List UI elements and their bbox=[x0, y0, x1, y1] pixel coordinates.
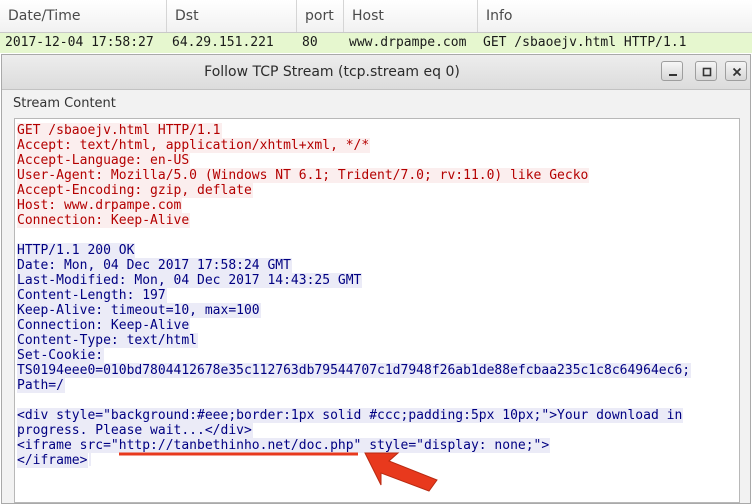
request-text: Host: www.drpampe.com bbox=[17, 198, 183, 213]
stream-line: Content-Length: 197 bbox=[17, 288, 691, 303]
stream-line: User-Agent: Mozilla/5.0 (Windows NT 6.1;… bbox=[17, 168, 691, 183]
response-text: Content-Length: 197 bbox=[17, 288, 167, 303]
stream-line: </iframe> bbox=[17, 453, 691, 468]
response-text: </iframe> bbox=[17, 453, 89, 468]
stream-line: progress. Please wait...</div> bbox=[17, 423, 691, 438]
stream-line: Connection: Keep-Alive bbox=[17, 213, 691, 228]
response-text: HTTP/1.1 200 OK bbox=[17, 243, 136, 258]
maximize-icon bbox=[702, 67, 712, 77]
request-text: User-Agent: Mozilla/5.0 (Windows NT 6.1;… bbox=[17, 168, 590, 183]
column-header-info[interactable]: Info bbox=[478, 0, 752, 32]
stream-lines: GET /sbaoejv.html HTTP/1.1 Accept: text/h… bbox=[17, 123, 692, 468]
response-text: <div style="background:#eee;border:1px s… bbox=[17, 408, 684, 423]
packet-datetime: 2017-12-04 17:58:27 bbox=[5, 35, 154, 50]
stream-line: Accept: text/html, application/xhtml+xml… bbox=[17, 138, 691, 153]
request-text: Accept: text/html, application/xhtml+xml… bbox=[17, 138, 371, 153]
stream-line: GET /sbaoejv.html HTTP/1.1 bbox=[17, 123, 691, 138]
response-text: progress. Please wait...</div> bbox=[17, 423, 253, 438]
response-text: Set-Cookie: bbox=[17, 348, 105, 363]
column-header-datetime[interactable]: Date/Time bbox=[0, 0, 167, 32]
response-text: Last-Modified: Mon, 04 Dec 2017 14:43:25… bbox=[17, 273, 363, 288]
column-header-dst[interactable]: Dst bbox=[167, 0, 297, 32]
packet-list-header: Date/Time Dst port Host Info bbox=[0, 0, 752, 33]
dialog-title: Follow TCP Stream (tcp.stream eq 0) bbox=[204, 64, 460, 80]
stream-line: Last-Modified: Mon, 04 Dec 2017 14:43:25… bbox=[17, 273, 691, 288]
stream-line: Content-Type: text/html bbox=[17, 333, 691, 348]
stream-line: Accept-Language: en-US bbox=[17, 153, 691, 168]
stream-line: Accept-Encoding: gzip, deflate bbox=[17, 183, 691, 198]
minimize-button[interactable] bbox=[661, 61, 683, 81]
text-cursor bbox=[89, 453, 92, 466]
stream-line bbox=[17, 228, 691, 243]
column-header-port[interactable]: port bbox=[297, 0, 344, 32]
response-text: Keep-Alive: timeout=10, max=100 bbox=[17, 303, 261, 318]
request-text: GET /sbaoejv.html HTTP/1.1 bbox=[17, 123, 222, 138]
stream-line: TS0194eee0=010bd7804412678e35c112763db79… bbox=[17, 363, 692, 378]
stream-line: Keep-Alive: timeout=10, max=100 bbox=[17, 303, 691, 318]
response-text: Content-Type: text/html bbox=[17, 333, 199, 348]
stream-content-textarea[interactable]: GET /sbaoejv.html HTTP/1.1 Accept: text/h… bbox=[14, 118, 740, 503]
close-icon bbox=[732, 67, 742, 77]
packet-dst: 64.29.151.221 bbox=[172, 35, 274, 50]
packet-host: www.drpampe.com bbox=[349, 35, 467, 50]
request-text: Connection: Keep-Alive bbox=[17, 213, 191, 228]
stream-line: Path=/ bbox=[17, 378, 691, 393]
packet-row-selected[interactable]: 2017-12-04 17:58:27 64.29.151.221 80 www… bbox=[0, 33, 752, 53]
stream-line: <div style="background:#eee;border:1px s… bbox=[17, 408, 691, 423]
stream-line: <iframe src="http://tanbethinho.net/doc.… bbox=[17, 438, 691, 453]
response-text: TS0194eee0=010bd7804412678e35c112763db79… bbox=[17, 363, 692, 378]
stream-line: Connection: Keep-Alive bbox=[17, 318, 691, 333]
stream-line: Date: Mon, 04 Dec 2017 17:58:24 GMT bbox=[17, 258, 691, 273]
stream-content-label: Stream Content bbox=[13, 96, 116, 111]
stream-line bbox=[17, 393, 691, 408]
stream-line: HTTP/1.1 200 OK bbox=[17, 243, 691, 258]
response-text: Connection: Keep-Alive bbox=[17, 318, 191, 333]
stream-line: Set-Cookie: bbox=[17, 348, 691, 363]
maximize-button[interactable] bbox=[695, 61, 717, 81]
packet-info: GET /sbaoejv.html HTTP/1.1 bbox=[483, 35, 687, 50]
dialog-titlebar[interactable]: Follow TCP Stream (tcp.stream eq 0) bbox=[2, 55, 750, 90]
request-text: Accept-Encoding: gzip, deflate bbox=[17, 183, 253, 198]
follow-tcp-stream-dialog: Follow TCP Stream (tcp.stream eq 0) Stre… bbox=[1, 54, 751, 504]
response-text: <iframe src="http://tanbethinho.net/doc.… bbox=[17, 438, 551, 453]
minimize-icon bbox=[669, 74, 677, 76]
close-button[interactable] bbox=[725, 61, 747, 81]
packet-port: 80 bbox=[302, 35, 318, 50]
column-header-host[interactable]: Host bbox=[344, 0, 478, 32]
response-text: Path=/ bbox=[17, 378, 65, 393]
request-text: Accept-Language: en-US bbox=[17, 153, 191, 168]
response-text: Date: Mon, 04 Dec 2017 17:58:24 GMT bbox=[17, 258, 292, 273]
stream-line: Host: www.drpampe.com bbox=[17, 198, 691, 213]
